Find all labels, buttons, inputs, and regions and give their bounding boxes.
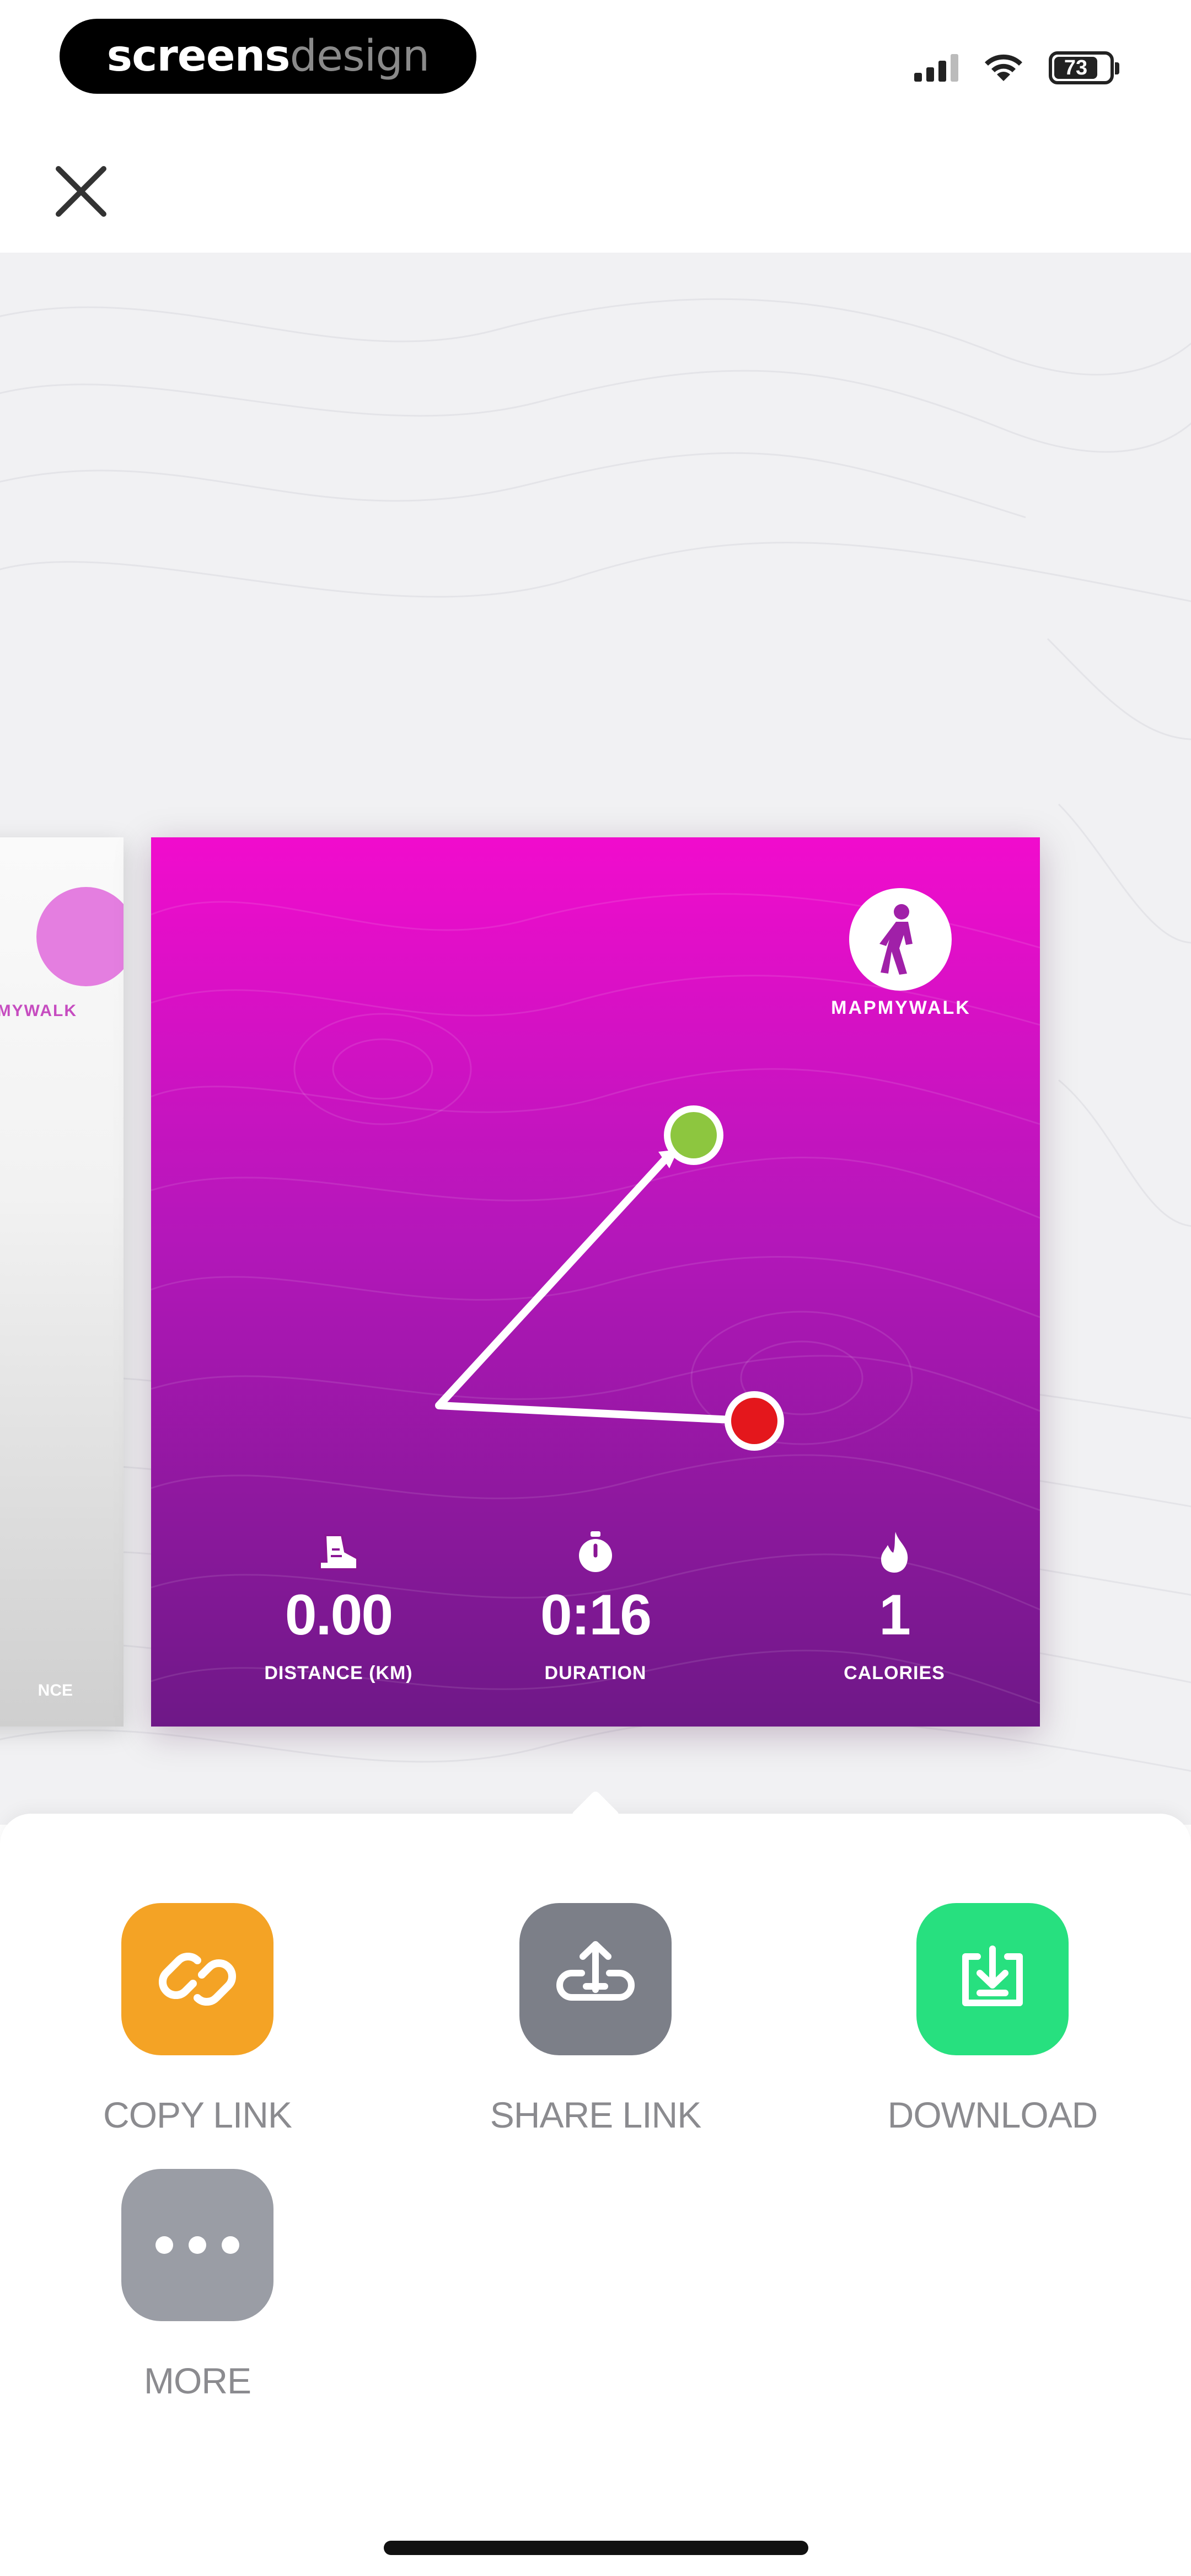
screensdesign-logo: screens design (60, 19, 476, 94)
route-end-marker (731, 1398, 777, 1444)
cellular-signal-icon (914, 54, 958, 82)
stopwatch-icon (485, 1530, 706, 1574)
prev-card-stat-label: NCE (37, 1681, 73, 1699)
stat-duration-label: DURATION (544, 1663, 647, 1684)
download-icon (916, 1903, 1069, 2055)
download-label: DOWNLOAD (887, 2094, 1098, 2135)
more-label: MORE (144, 2360, 251, 2401)
share-sheet: COPY LINK SHARE LINK DOWNLOAD MORE (0, 1789, 1191, 2576)
brand-left: screens (106, 31, 291, 81)
route-start-marker (670, 1112, 717, 1158)
home-indicator[interactable] (384, 2541, 808, 2555)
stat-calories: 1 CALORIES (784, 1530, 1005, 1684)
stat-distance-value: 0.00 (285, 1583, 393, 1647)
app-logo-icon (36, 887, 124, 986)
copy-link-button[interactable]: COPY LINK (65, 1903, 330, 2136)
stat-duration: 0:16 DURATION (485, 1530, 706, 1684)
stat-distance: 0.00 DISTANCE (KM) (228, 1530, 449, 1684)
stat-calories-value: 1 (879, 1583, 911, 1647)
flame-icon (784, 1530, 1005, 1574)
wifi-icon (985, 54, 1022, 81)
more-button[interactable]: MORE (65, 2169, 330, 2402)
previous-share-card[interactable]: MAPMYWALK NCE (0, 837, 124, 1727)
copy-link-label: COPY LINK (103, 2094, 292, 2135)
shoe-icon (228, 1530, 449, 1574)
battery-icon: 73 (1049, 51, 1119, 84)
stat-distance-label: DISTANCE (KM) (264, 1663, 413, 1684)
download-button[interactable]: DOWNLOAD (860, 1903, 1125, 2136)
share-link-button[interactable]: SHARE LINK (463, 1903, 728, 2136)
status-icons: 73 (914, 49, 1119, 87)
share-link-label: SHARE LINK (490, 2094, 701, 2135)
close-icon[interactable] (51, 161, 111, 222)
battery-level: 73 (1054, 56, 1097, 79)
share-icon (519, 1903, 672, 2055)
stat-calories-label: CALORIES (844, 1663, 945, 1684)
workout-share-card[interactable]: MAPMYWALK 0.00 DISTANCE (KM) 0:16 DURATI… (151, 837, 1040, 1727)
link-icon (121, 1903, 273, 2055)
prev-card-brand: MAPMYWALK (0, 1002, 77, 1020)
route-path (435, 1155, 758, 1425)
share-preview-area: MAPMYWALK NCE (0, 253, 1191, 1825)
stat-duration-value: 0:16 (540, 1583, 652, 1647)
status-bar: screens design 73 (0, 0, 1191, 121)
brand-right: design (289, 31, 430, 81)
more-icon (121, 2169, 273, 2321)
